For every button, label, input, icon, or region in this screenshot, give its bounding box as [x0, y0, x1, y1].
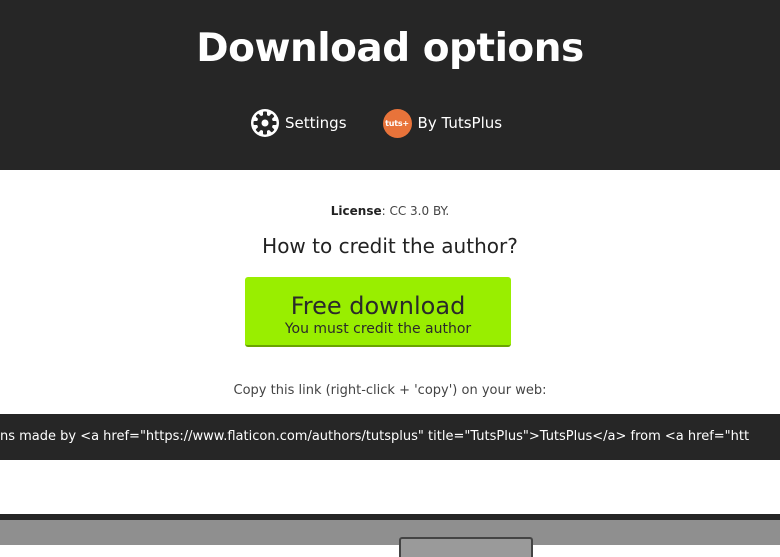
settings-link[interactable]: Settings: [250, 108, 347, 138]
download-options-header: Download options Settings tuts+ By TutsP…: [0, 0, 780, 170]
free-download-button[interactable]: Free download You must credit the author: [245, 277, 511, 347]
attribution-code-box[interactable]: ons made by <a href="https://www.flatico…: [0, 414, 780, 460]
tutsplus-logo-icon: tuts+: [382, 108, 412, 138]
copy-link-hint: Copy this link (right-click + 'copy') on…: [233, 383, 547, 398]
attribution-code-text[interactable]: ons made by <a href="https://www.flatico…: [0, 429, 749, 444]
gear-icon: [251, 109, 279, 137]
author-link[interactable]: tuts+ By TutsPlus: [382, 108, 503, 138]
page-title: Download options: [196, 26, 584, 71]
download-button-label: Free download: [290, 292, 466, 320]
author-label: By TutsPlus: [417, 114, 503, 132]
download-button-sublabel: You must credit the author: [284, 321, 472, 337]
license-value: : CC 3.0 BY.: [381, 204, 450, 218]
footer-bar: [0, 514, 780, 557]
settings-label: Settings: [285, 114, 347, 132]
tutsplus-badge-text: tuts+: [385, 118, 409, 128]
credit-question-heading: How to credit the author?: [262, 234, 518, 258]
license-label: License: [330, 204, 382, 218]
header-meta-row: Settings tuts+ By TutsPlus: [250, 106, 502, 140]
license-line: License: CC 3.0 BY.: [0, 204, 780, 218]
footer-button[interactable]: [399, 537, 533, 557]
